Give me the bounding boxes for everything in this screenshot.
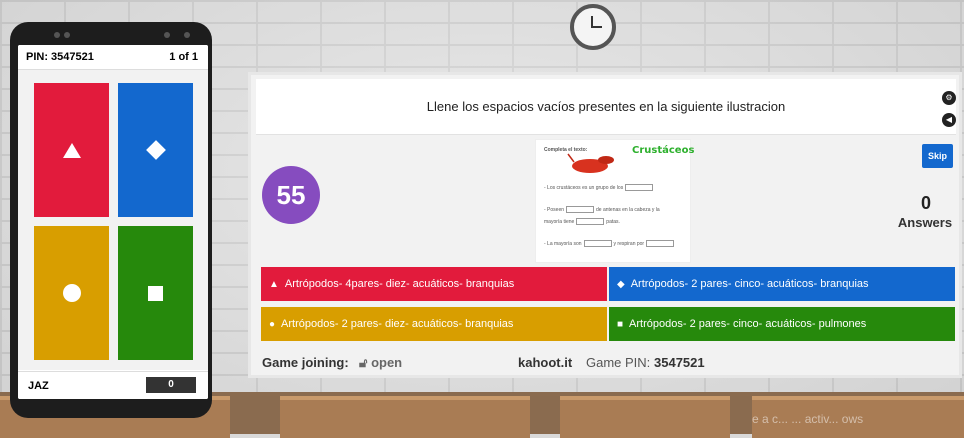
kahoot-site: kahoot.it: [518, 355, 573, 370]
phone-screen: PIN: 3547521 1 of 1 JAZ 0: [18, 45, 208, 399]
answer-tile-square[interactable]: [118, 226, 193, 360]
square-icon: [148, 285, 163, 301]
game-joining-label: Game joining:: [262, 355, 349, 370]
square-icon: ■: [617, 318, 624, 330]
question-header: Llene los espacios vacíos presentes en l…: [256, 79, 956, 135]
diamond-icon: [145, 140, 166, 160]
image-line-1: - Los crustáceos es un grupo de los: [544, 184, 655, 191]
joining-status-text: open: [371, 355, 403, 370]
bench: [560, 396, 730, 438]
lock-icon: 🔓︎: [359, 355, 368, 370]
image-logo: Crustáceos: [632, 145, 695, 156]
question-image: Completa el texto: Crustáceos - Los crus…: [535, 139, 695, 263]
game-pin-label: Game PIN:: [586, 355, 651, 370]
bench: [280, 396, 530, 438]
answer-option-square[interactable]: ■ Artrópodos- 2 pares- cinco- acuáticos-…: [609, 307, 955, 341]
answer-option-triangle[interactable]: ▲ Artrópodos- 4pares- diez- acuáticos- b…: [261, 267, 607, 301]
camera-dot: [64, 32, 70, 38]
triangle-icon: ▲: [269, 278, 279, 290]
answer-tile-circle[interactable]: [34, 226, 109, 360]
skip-button[interactable]: Skip: [922, 144, 953, 168]
game-joining-status[interactable]: 🔓︎ open: [359, 355, 402, 371]
camera-dot: [54, 32, 60, 38]
image-line-2: - Poseen de antenas en la cabeza y la: [544, 206, 660, 213]
answer-tile-triangle[interactable]: [34, 83, 109, 217]
answer-tiles: [18, 70, 208, 370]
answer-text: Artrópodos- 2 pares- diez- acuáticos- br…: [281, 318, 514, 330]
answer-tile-diamond[interactable]: [118, 83, 193, 217]
circle-icon: [62, 284, 81, 302]
question-title: Llene los espacios vacíos presentes en l…: [426, 99, 786, 114]
circle-icon: ●: [269, 318, 276, 330]
activate-windows-watermark: e a c... ... activ... ows: [752, 412, 864, 426]
sensor-dot: [184, 32, 190, 38]
player-name: JAZ: [28, 380, 49, 392]
countdown-timer: 55: [262, 166, 320, 224]
answer-text: Artrópodos- 2 pares- cinco- acuáticos- b…: [630, 278, 869, 290]
diamond-icon: ◆: [617, 278, 625, 290]
sensor-dot: [164, 32, 170, 38]
answers-label: Answers: [897, 215, 953, 230]
kahoot-board: Llene los espacios vacíos presentes en l…: [248, 72, 962, 378]
settings-icon[interactable]: ⚙: [942, 91, 956, 105]
player-score: 0: [146, 377, 196, 393]
phone-pin-bar: PIN: 3547521 1 of 1: [18, 45, 208, 70]
triangle-icon: [62, 142, 81, 158]
phone-speaker-bar: [24, 28, 198, 42]
answer-option-diamond[interactable]: ◆ Artrópodos- 2 pares- cinco- acuáticos-…: [609, 267, 955, 301]
question-counter: 1 of 1: [169, 51, 198, 63]
answer-text: Artrópodos- 2 pares- cinco- acuáticos- p…: [629, 318, 867, 330]
answer-text: Artrópodos- 4pares- diez- acuáticos- bra…: [284, 278, 515, 290]
wall-clock: [570, 4, 616, 50]
phone-pin: PIN: 3547521: [26, 51, 94, 63]
clock-minute-hand: [592, 26, 602, 28]
crustacean-icon: [567, 153, 614, 173]
answers-count: 0: [920, 193, 931, 213]
answer-option-circle[interactable]: ● Artrópodos- 2 pares- diez- acuáticos- …: [261, 307, 607, 341]
image-line-4: - La mayoría son y respiran por: [544, 240, 676, 247]
game-footer: Game joining: 🔓︎ open kahoot.it Game PIN…: [256, 349, 956, 375]
player-bar: JAZ 0: [18, 371, 208, 399]
image-line-3: mayoría tiene patas.: [544, 218, 620, 225]
game-pin-value: 3547521: [654, 355, 705, 370]
sound-icon[interactable]: ◀: [942, 113, 956, 127]
